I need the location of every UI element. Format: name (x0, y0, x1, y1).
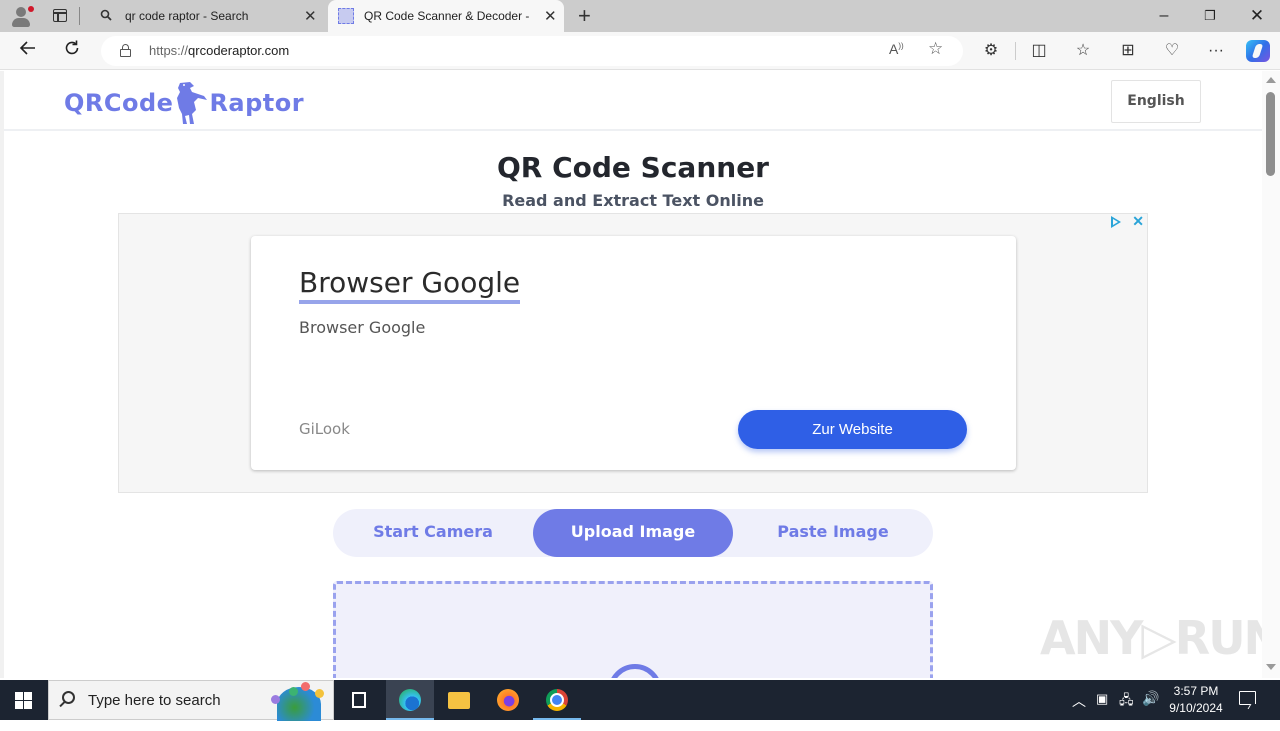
start-tile (15, 692, 23, 700)
taskbar-search[interactable]: Type here to search (48, 680, 334, 721)
scroll-thumb[interactable] (1266, 92, 1275, 176)
ad-choices-icon[interactable] (1111, 216, 1121, 228)
start-tile (24, 692, 32, 700)
clock-date: 9/10/2024 (1169, 701, 1223, 715)
clock-time: 3:57 PM (1173, 684, 1219, 698)
tab-actions-icon[interactable] (53, 9, 67, 22)
ad-headline[interactable]: Browser Google (299, 266, 521, 304)
scroll-up-arrow-icon[interactable] (1266, 77, 1276, 83)
split-screen-icon[interactable]: ◫ (1027, 40, 1051, 62)
taskbar-edge[interactable] (386, 680, 434, 720)
tab-start-camera[interactable]: Start Camera (333, 509, 533, 557)
search-icon (100, 9, 112, 21)
tab-paste-image[interactable]: Paste Image (733, 509, 933, 557)
task-view-icon (352, 692, 366, 708)
toolbar-separator (1015, 42, 1016, 60)
lock-icon[interactable] (120, 44, 131, 57)
back-button[interactable] (15, 39, 41, 63)
page-viewport: QRCode Raptor English QR Code Scanner Re… (0, 71, 1262, 678)
url-protocol: https:// (149, 43, 189, 58)
heart-icon (271, 695, 280, 704)
start-tile (24, 701, 32, 709)
firefox-icon (497, 689, 519, 711)
volume-icon[interactable]: 🔊 (1142, 690, 1159, 730)
taskbar-file-explorer[interactable] (435, 680, 483, 720)
search-icon (62, 691, 75, 704)
notification-dot (28, 6, 34, 12)
read-aloud-icon[interactable]: A)) (889, 41, 904, 57)
site-logo[interactable]: QRCode Raptor (64, 82, 305, 124)
page-subtitle: Read and Extract Text Online (502, 191, 764, 210)
lock-body (120, 49, 131, 57)
meet-now-icon[interactable]: ▣ (1096, 691, 1108, 731)
close-window-button[interactable]: ✕ (1234, 0, 1280, 32)
heart-icon (289, 687, 298, 696)
ad-card[interactable]: Browser Google Browser Google GiLook Zur… (251, 236, 1016, 470)
collections-icon[interactable]: ⊞ (1116, 40, 1140, 62)
heart-icon (301, 682, 310, 691)
refresh-button[interactable] (59, 39, 85, 63)
scroll-down-arrow-icon[interactable] (1266, 664, 1276, 670)
close-tab-icon[interactable]: ✕ (544, 7, 557, 25)
extensions-icon[interactable]: ⚙ (979, 40, 1003, 62)
tab-search[interactable]: qr code raptor - Search ✕ (88, 0, 328, 32)
tab-label: qr code raptor - Search (125, 9, 249, 23)
search-placeholder: Type here to search (88, 692, 221, 709)
ad-advertiser: GiLook (299, 420, 350, 438)
raptor-logo-icon (177, 82, 208, 124)
tab-qr-scanner[interactable]: QR Code Scanner & Decoder - QR ✕ (328, 0, 564, 32)
start-tile (15, 701, 23, 709)
page-scrollbar[interactable] (1262, 71, 1280, 678)
url-host: qrcoderaptor.com (188, 43, 290, 58)
show-hidden-icons-chevron-icon[interactable]: ︿ (1072, 691, 1086, 731)
upload-icon (608, 664, 662, 678)
favorite-star-icon[interactable]: ☆ (928, 39, 943, 59)
profile-head (16, 7, 26, 17)
back-arrow-icon (19, 41, 35, 55)
favorites-icon[interactable]: ☆ (1071, 40, 1095, 62)
tab-separator (79, 7, 80, 25)
system-clock[interactable]: 3:57 PM 9/10/2024 (1166, 683, 1226, 717)
language-selector[interactable]: English (1111, 80, 1201, 123)
minimize-button[interactable]: – (1141, 0, 1187, 32)
browser-essentials-icon[interactable]: ♡ (1160, 40, 1184, 62)
tab-label: QR Code Scanner & Decoder - QR (364, 9, 530, 23)
scan-mode-tabs: Start Camera Upload Image Paste Image (333, 509, 933, 557)
taskbar-chrome[interactable] (533, 680, 581, 720)
image-drop-zone[interactable] (333, 581, 933, 678)
taskbar-firefox[interactable] (484, 680, 532, 720)
tab-upload-image[interactable]: Upload Image (533, 509, 733, 557)
page-title: QR Code Scanner (496, 151, 769, 184)
folder-icon (448, 692, 470, 709)
edge-icon (399, 689, 421, 711)
windows-start-icon[interactable] (15, 692, 32, 709)
url-text: https://qrcoderaptor.com (149, 43, 289, 58)
profile-avatar-icon[interactable] (10, 6, 34, 28)
ad-close-icon[interactable]: ✕ (1132, 213, 1144, 230)
refresh-icon (65, 40, 79, 55)
anyrun-watermark: ANY▷RUN (1040, 611, 1262, 665)
url-input[interactable]: https://qrcoderaptor.com A)) ☆ (101, 36, 963, 66)
advertisement: ✕ Browser Google Browser Google GiLook Z… (118, 213, 1148, 493)
more-icon[interactable]: ··· (1204, 40, 1228, 62)
logo-text-right: Raptor (209, 89, 305, 117)
network-icon[interactable]: 🖧 (1119, 691, 1134, 731)
chrome-icon (546, 689, 568, 711)
heart-icon (315, 689, 324, 698)
browser-tab-bar: qr code raptor - Search ✕ QR Code Scanne… (0, 0, 1280, 32)
new-tab-button[interactable]: + (578, 3, 591, 29)
copilot-icon[interactable] (1246, 40, 1270, 62)
windows-taskbar: Type here to search ︿ ▣ 🖧 🔊 3:57 PM 9/10… (0, 680, 1280, 721)
task-view-button[interactable] (336, 680, 384, 720)
profile-body (12, 18, 30, 27)
logo-text-left: QRCode (64, 89, 174, 117)
restore-button[interactable]: ❐ (1187, 0, 1233, 32)
notification-center-icon[interactable] (1239, 691, 1256, 705)
close-tab-icon[interactable]: ✕ (304, 7, 317, 25)
ad-cta-button[interactable]: Zur Website (738, 410, 967, 449)
qr-favicon-icon (338, 8, 354, 24)
site-header: QRCode Raptor English (4, 71, 1262, 131)
ad-description: Browser Google (299, 318, 426, 337)
